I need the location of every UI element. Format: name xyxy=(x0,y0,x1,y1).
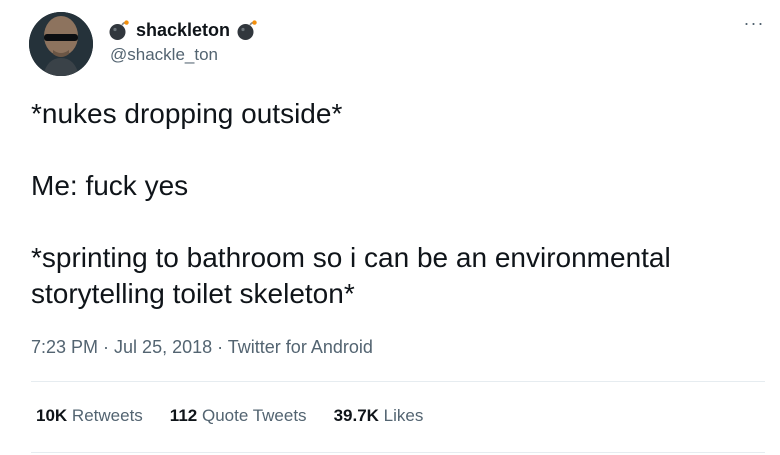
retweets-stat[interactable]: 10K Retweets xyxy=(36,406,143,426)
tweet-text-line: *sprinting to bathroom so i can be an en… xyxy=(31,242,671,309)
avatar[interactable] xyxy=(29,12,93,76)
avatar-image xyxy=(29,12,93,76)
likes-stat[interactable]: 39.7K Likes xyxy=(334,406,424,426)
divider xyxy=(31,381,765,382)
retweets-label: Retweets xyxy=(71,406,143,425)
more-options-icon[interactable]: ··· xyxy=(740,14,768,34)
quote-tweets-stat[interactable]: 112 Quote Tweets xyxy=(170,406,307,426)
divider xyxy=(31,452,765,453)
tweet-text-line: *nukes dropping outside* xyxy=(31,98,343,129)
tweet-text-line: Me: fuck yes xyxy=(31,170,189,201)
tweet-stats: 10K Retweets 112 Quote Tweets 39.7K Like… xyxy=(36,406,423,426)
bomb-icon xyxy=(236,19,258,41)
user-handle[interactable]: @shackle_ton xyxy=(110,45,218,65)
meta-separator: · xyxy=(212,337,228,357)
tweet-source[interactable]: Twitter for Android xyxy=(228,337,373,357)
retweets-count: 10K xyxy=(36,406,68,425)
author-name-row: shackleton xyxy=(108,18,258,42)
tweet-time[interactable]: 7:23 PM xyxy=(31,337,98,357)
quote-tweets-label: Quote Tweets xyxy=(201,406,307,425)
likes-label: Likes xyxy=(383,406,424,425)
tweet-card: shackleton @shackle_ton ··· *nukes dropp… xyxy=(0,0,780,455)
display-name[interactable]: shackleton xyxy=(136,20,230,41)
meta-separator: · xyxy=(98,337,115,357)
tweet-date[interactable]: Jul 25, 2018 xyxy=(114,337,212,357)
quote-tweets-count: 112 xyxy=(169,406,198,425)
tweet-meta: 7:23 PM · Jul 25, 2018 · Twitter for And… xyxy=(31,337,373,358)
likes-count: 39.7K xyxy=(333,406,379,425)
bomb-icon xyxy=(108,19,130,41)
